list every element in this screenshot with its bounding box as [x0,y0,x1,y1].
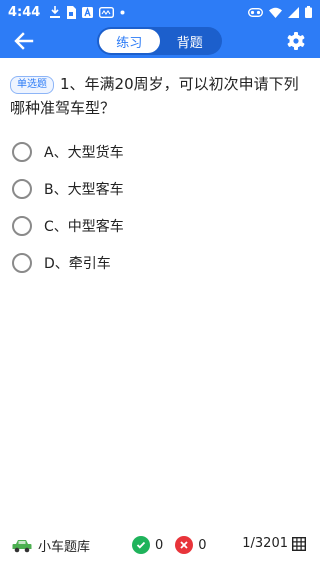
car-icon [12,539,32,552]
option-d[interactable]: D、牵引车 [12,249,308,277]
download-icon [50,6,61,18]
option-b[interactable]: B、大型客车 [12,175,308,203]
correct-count: 0 [155,537,164,553]
battery-icon [305,6,312,18]
option-a[interactable]: A、大型货车 [12,138,308,166]
status-bar: 4:44 [0,0,320,24]
mode-tabs: 练习 背题 [97,27,222,55]
close-icon [175,536,194,554]
option-label: B、大型客车 [44,182,124,198]
question-type-badge: 单选题 [10,76,54,94]
settings-button[interactable] [284,29,308,53]
gear-icon [287,32,305,50]
signal-icon [288,6,299,18]
tab-recite[interactable]: 背题 [160,29,221,53]
radio-circle-icon [12,216,32,236]
wifi-icon [269,7,282,18]
question-grid-button[interactable]: 1/3201 [242,536,306,551]
option-label: D、牵引车 [44,256,111,272]
option-label: A、大型货车 [44,145,124,161]
progress-counter: 1/3201 [242,536,288,551]
question-text-block: 单选题 1、年满20周岁，可以初次申请下列哪种准驾车型？ [10,72,310,120]
wrong-count: 0 [198,537,207,553]
grid-icon [292,536,306,551]
back-button[interactable] [12,29,36,53]
check-icon [132,536,150,554]
radio-circle-icon [12,179,32,199]
bottom-bar: 小车题库 0 0 1/3201 [0,530,320,562]
card-icon [99,6,115,18]
option-c[interactable]: C、中型客车 [12,212,308,240]
cast-icon [248,7,263,17]
app-bar: 练习 背题 [0,24,320,58]
status-time: 4:44 [8,4,41,20]
answer-counts: 0 0 [132,536,219,554]
question-bank-button[interactable]: 小车题库 [12,536,90,555]
question-bank-label: 小车题库 [38,540,91,555]
option-label: C、中型客车 [44,219,124,235]
a-icon [82,6,94,18]
arrow-left-icon [14,32,34,50]
sim-icon [66,5,77,19]
dot-icon [120,10,125,15]
tab-practice[interactable]: 练习 [99,29,160,53]
radio-circle-icon [12,253,32,273]
radio-circle-icon [12,142,32,162]
